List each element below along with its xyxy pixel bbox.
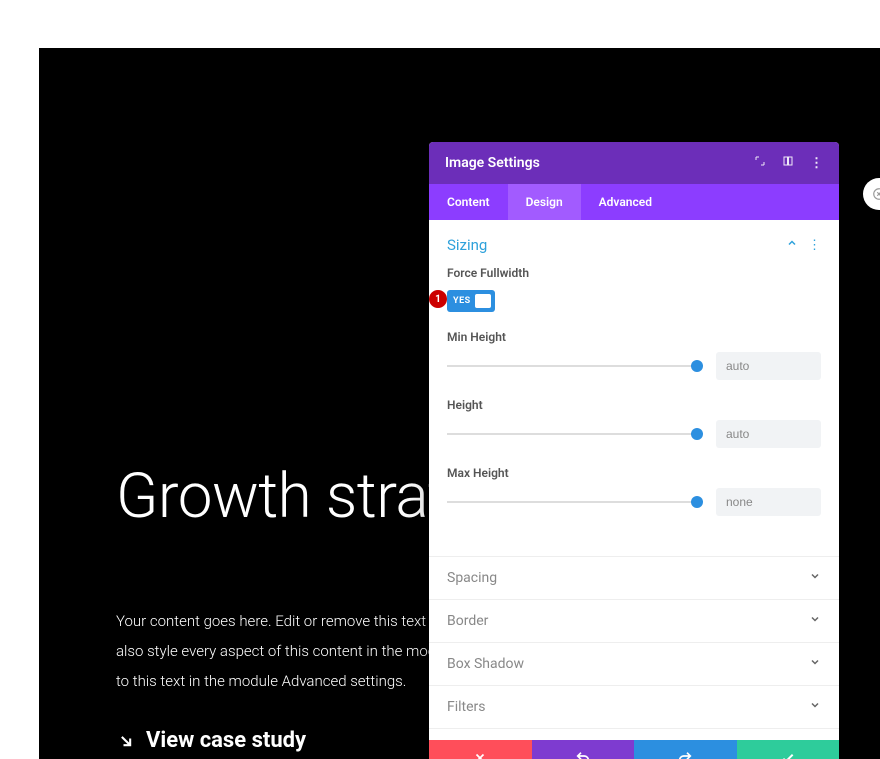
height-label: Height bbox=[447, 398, 821, 412]
height-input[interactable] bbox=[716, 420, 821, 448]
kebab-icon[interactable]: ⋮ bbox=[810, 156, 823, 171]
section-box-shadow[interactable]: Box Shadow bbox=[429, 643, 839, 686]
tab-design[interactable]: Design bbox=[508, 184, 581, 220]
section-spacing[interactable]: Spacing bbox=[429, 557, 839, 600]
undo-button[interactable] bbox=[532, 740, 635, 759]
section-kebab-icon[interactable]: ⋮ bbox=[808, 238, 821, 253]
arrow-down-right-icon bbox=[116, 731, 136, 751]
panel-tabs: Content Design Advanced bbox=[429, 184, 839, 220]
section-sizing: Sizing ⋮ Force Fullwidth 1 YES Min Heigh… bbox=[429, 220, 839, 557]
cancel-button[interactable] bbox=[429, 740, 532, 759]
floating-action-button[interactable] bbox=[863, 178, 880, 210]
redo-button[interactable] bbox=[634, 740, 737, 759]
min-height-slider[interactable] bbox=[447, 365, 698, 367]
panel-title: Image Settings bbox=[445, 155, 540, 171]
section-transform[interactable]: Transform bbox=[429, 729, 839, 740]
panel-header[interactable]: Image Settings ⋮ bbox=[429, 142, 839, 184]
slider-thumb[interactable] bbox=[691, 496, 703, 508]
tab-content[interactable]: Content bbox=[429, 184, 508, 220]
toggle-knob bbox=[475, 294, 491, 308]
image-settings-panel: Image Settings ⋮ Content Design Advanced… bbox=[429, 142, 839, 759]
collapse-icon[interactable] bbox=[786, 237, 798, 253]
toggle-value: YES bbox=[453, 296, 471, 306]
max-height-slider[interactable] bbox=[447, 501, 698, 503]
snap-icon[interactable] bbox=[782, 155, 794, 171]
force-fullwidth-toggle[interactable]: YES bbox=[447, 290, 495, 312]
panel-body: Sizing ⋮ Force Fullwidth 1 YES Min Heigh… bbox=[429, 220, 839, 740]
page-background: Growth strategies for kur Your content g… bbox=[39, 48, 880, 759]
chevron-down-icon bbox=[809, 570, 821, 586]
save-button[interactable] bbox=[737, 740, 840, 759]
chevron-down-icon bbox=[809, 656, 821, 672]
min-height-input[interactable] bbox=[716, 352, 821, 380]
min-height-label: Min Height bbox=[447, 330, 821, 344]
expand-icon[interactable] bbox=[754, 155, 766, 171]
panel-footer bbox=[429, 740, 839, 759]
slider-thumb[interactable] bbox=[691, 360, 703, 372]
slider-thumb[interactable] bbox=[691, 428, 703, 440]
view-case-study-link[interactable]: View case study bbox=[116, 728, 306, 759]
annotation-marker-1: 1 bbox=[429, 290, 447, 308]
height-slider[interactable] bbox=[447, 433, 698, 435]
section-filters[interactable]: Filters bbox=[429, 686, 839, 729]
sizing-title: Sizing bbox=[447, 236, 487, 254]
force-fullwidth-label: Force Fullwidth bbox=[447, 266, 821, 280]
cta-label: View case study bbox=[146, 728, 306, 753]
max-height-input[interactable] bbox=[716, 488, 821, 516]
chevron-down-icon bbox=[809, 613, 821, 629]
tab-advanced[interactable]: Advanced bbox=[581, 184, 670, 220]
section-border[interactable]: Border bbox=[429, 600, 839, 643]
max-height-label: Max Height bbox=[447, 466, 821, 480]
chevron-down-icon bbox=[809, 699, 821, 715]
